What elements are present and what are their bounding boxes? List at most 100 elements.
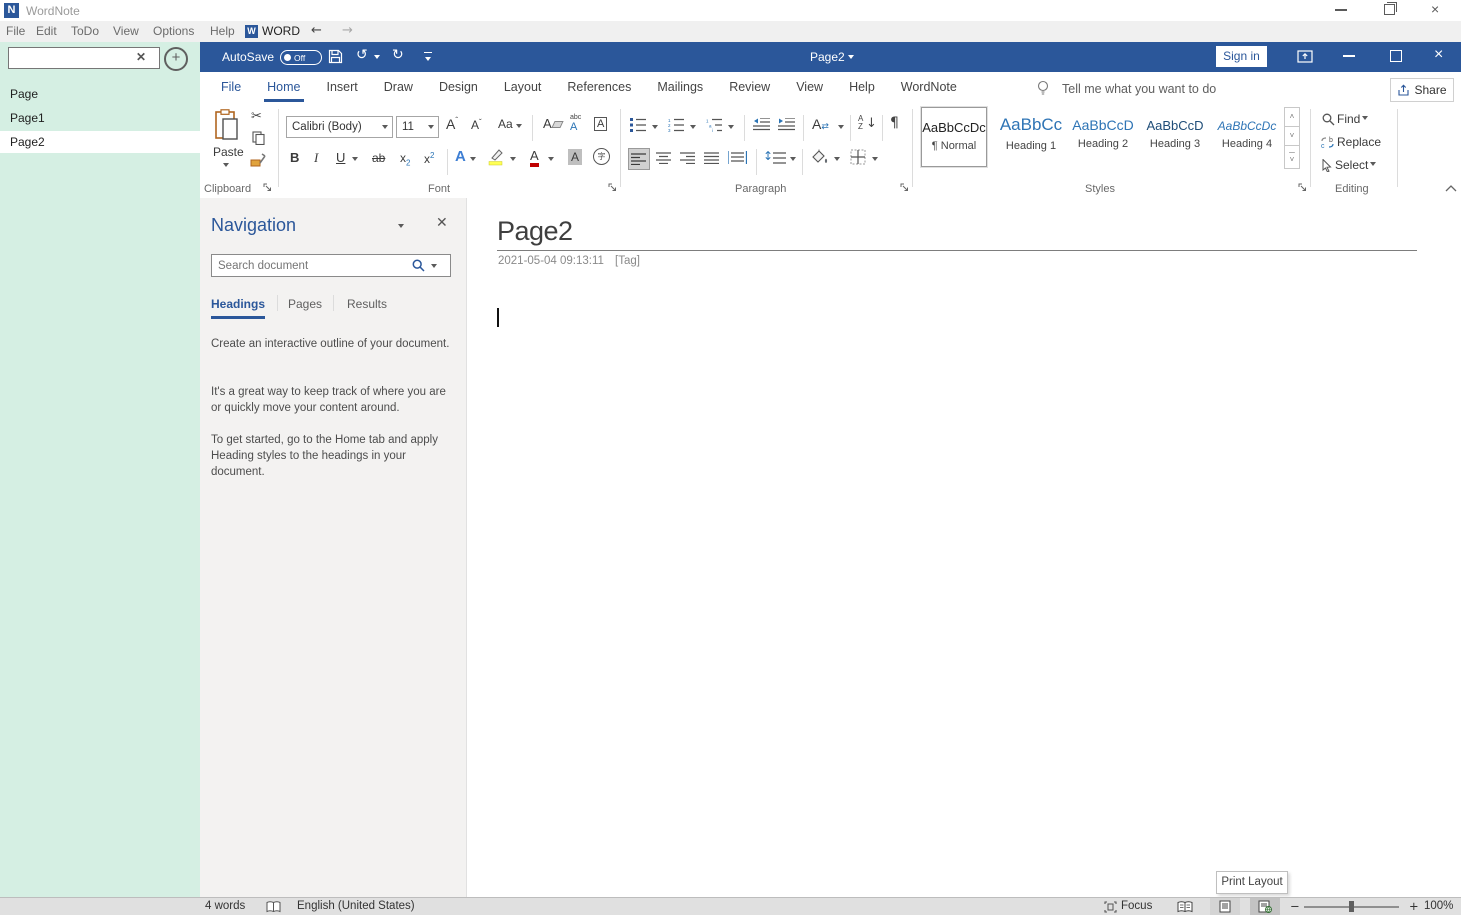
paste-button[interactable]: Paste — [213, 145, 244, 159]
styles-scroll-down-icon[interactable]: ˅ — [1284, 126, 1300, 147]
phonetic-guide-icon[interactable]: abcA — [570, 114, 581, 133]
decrease-indent-icon[interactable] — [753, 118, 771, 131]
tab-review[interactable]: Review — [716, 74, 783, 102]
menu-todo[interactable]: ToDo — [71, 24, 99, 38]
numbering-dropdown-icon[interactable] — [690, 125, 696, 132]
tab-design[interactable]: Design — [426, 74, 491, 102]
show-hide-pilcrow-icon[interactable]: ¶ — [890, 115, 899, 131]
styles-dialog-launcher-icon[interactable] — [1298, 183, 1307, 192]
paste-dropdown-icon[interactable] — [223, 163, 229, 170]
asian-layout-dropdown-icon[interactable] — [838, 125, 844, 132]
nav-search-icon[interactable] — [412, 259, 425, 272]
menu-edit[interactable]: Edit — [36, 24, 57, 38]
copy-icon[interactable] — [252, 131, 265, 145]
customize-qat-chevron-icon[interactable] — [425, 57, 431, 64]
character-shading-icon[interactable]: A — [568, 149, 582, 165]
font-color-icon[interactable]: A — [530, 148, 539, 167]
document-heading[interactable]: Page2 — [497, 216, 573, 247]
strikethrough-button[interactable]: ab — [372, 151, 385, 165]
style-heading1[interactable]: AaBbCc Heading 1 — [999, 107, 1063, 165]
replace-button[interactable]: cb Replace — [1320, 135, 1381, 149]
bullets-icon[interactable] — [630, 118, 647, 132]
tab-draw[interactable]: Draw — [371, 74, 426, 102]
select-button[interactable]: Select — [1322, 158, 1376, 172]
tab-help[interactable]: Help — [836, 74, 888, 102]
undo-icon[interactable]: ↺ — [356, 47, 368, 63]
nav-search-dropdown-icon[interactable] — [431, 264, 437, 271]
increase-indent-icon[interactable] — [778, 118, 796, 131]
align-right-button[interactable] — [680, 152, 695, 164]
sort-icon[interactable]: AZ — [858, 115, 863, 131]
tell-me-box[interactable]: Tell me what you want to do — [1062, 82, 1216, 96]
back-arrow-icon[interactable]: ← — [311, 23, 322, 38]
cut-icon[interactable]: ✂ — [251, 109, 262, 124]
ribbon-display-options-icon[interactable] — [1297, 50, 1313, 63]
bold-button[interactable]: B — [290, 150, 299, 165]
menu-file[interactable]: File — [6, 24, 25, 38]
zoom-in-button[interactable]: + — [1409, 899, 1419, 913]
font-color-dropdown-icon[interactable] — [548, 157, 554, 164]
app-minimize-button[interactable] — [1335, 9, 1347, 11]
navigation-close-icon[interactable]: ✕ — [436, 214, 448, 231]
nav-tab-headings[interactable]: Headings — [211, 297, 265, 319]
focus-button[interactable]: Focus — [1121, 900, 1152, 912]
tab-file[interactable]: File — [208, 74, 254, 102]
tab-mailings[interactable]: Mailings — [644, 74, 716, 102]
borders-icon[interactable] — [850, 149, 866, 165]
word-minimize-button[interactable] — [1343, 55, 1355, 57]
styles-scroll-up-icon[interactable]: ˄ — [1284, 107, 1300, 128]
shading-dropdown-icon[interactable] — [834, 157, 840, 164]
sidebar-page-item[interactable]: Page1 — [0, 107, 203, 129]
title-dropdown-icon[interactable] — [848, 55, 854, 62]
paragraph-dialog-launcher-icon[interactable] — [900, 183, 909, 192]
text-highlight-icon[interactable] — [487, 148, 505, 166]
sidebar-page-item-selected[interactable]: Page2 — [0, 131, 203, 153]
asian-layout-icon[interactable]: A⇄ — [812, 116, 829, 132]
tab-view[interactable]: View — [783, 74, 836, 102]
sign-in-button[interactable]: Sign in — [1216, 46, 1267, 67]
menu-view[interactable]: View — [113, 24, 139, 38]
line-spacing-icon[interactable]: ↕ — [763, 149, 773, 163]
menu-options[interactable]: Options — [153, 24, 194, 38]
word-count[interactable]: 4 words — [205, 900, 245, 912]
language-status[interactable]: English (United States) — [297, 900, 415, 912]
tab-insert[interactable]: Insert — [314, 74, 371, 102]
collapse-ribbon-icon[interactable] — [1445, 185, 1457, 192]
italic-button[interactable]: I — [314, 150, 318, 166]
read-mode-button[interactable] — [1170, 898, 1200, 915]
save-icon[interactable] — [328, 49, 343, 64]
line-spacing-dropdown-icon[interactable] — [790, 157, 796, 164]
find-button[interactable]: Find — [1322, 112, 1368, 126]
format-painter-icon[interactable] — [250, 152, 266, 167]
forward-arrow-icon[interactable]: → — [342, 23, 353, 38]
style-heading3[interactable]: AaBbCcD Heading 3 — [1143, 107, 1207, 165]
sidebar-page-item[interactable]: Page — [0, 83, 203, 105]
menu-help[interactable]: Help — [210, 24, 235, 38]
web-layout-button-active[interactable] — [1250, 898, 1280, 915]
app-restore-button[interactable] — [1384, 4, 1395, 15]
superscript-button[interactable]: x2 — [424, 151, 434, 166]
shading-icon[interactable] — [810, 149, 830, 166]
word-maximize-button[interactable] — [1390, 50, 1402, 62]
style-heading2[interactable]: AaBbCcD Heading 2 — [1071, 107, 1135, 165]
styles-more-icon[interactable]: ─˅ — [1284, 145, 1300, 169]
undo-dropdown-icon[interactable] — [374, 55, 380, 62]
borders-dropdown-icon[interactable] — [872, 157, 878, 164]
clipboard-dialog-launcher-icon[interactable] — [263, 183, 272, 192]
tab-layout[interactable]: Layout — [491, 74, 555, 102]
autosave-toggle[interactable]: Off — [280, 50, 322, 65]
multilevel-list-icon[interactable]: 1ai — [706, 118, 723, 132]
proofing-book-icon[interactable] — [266, 901, 281, 913]
subscript-button[interactable]: x2 — [400, 151, 410, 167]
nav-tab-results[interactable]: Results — [347, 297, 387, 311]
bullets-dropdown-icon[interactable] — [652, 125, 658, 132]
zoom-out-button[interactable]: − — [1290, 899, 1300, 913]
font-family-select[interactable]: Calibri (Body) — [286, 116, 393, 138]
align-center-button[interactable] — [656, 152, 671, 164]
text-effects-dropdown-icon[interactable] — [470, 157, 476, 164]
text-effects-icon[interactable]: A — [455, 148, 466, 165]
nav-tab-pages[interactable]: Pages — [288, 297, 322, 311]
app-close-button[interactable]: × — [1431, 2, 1439, 16]
document-title[interactable]: Page2 — [810, 50, 845, 64]
style-normal[interactable]: AaBbCcDc ¶ Normal — [921, 107, 987, 167]
